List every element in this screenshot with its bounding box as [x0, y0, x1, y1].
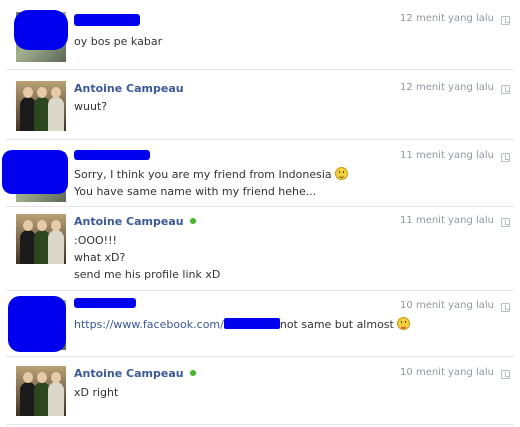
timestamp: 10 menit yang lalu [400, 300, 494, 311]
sender-avatar[interactable] [16, 366, 66, 416]
divider [6, 356, 514, 357]
sender-name[interactable]: Antoine Campeau [74, 367, 196, 380]
message-text: xD right [74, 386, 119, 399]
pin-icon[interactable] [501, 370, 510, 379]
message-line: not same but almost [279, 318, 394, 331]
divider [6, 206, 514, 207]
online-status-icon [189, 370, 196, 376]
timestamp: 12 menit yang lalu [400, 13, 494, 24]
divider [6, 290, 514, 291]
sender-avatar[interactable] [16, 81, 66, 131]
sender-name[interactable]: Antoine Campeau [74, 215, 196, 228]
message-text: :OOO!!! [74, 234, 117, 247]
message-text: what xD? [74, 251, 126, 264]
divider [6, 424, 514, 425]
redaction-mark [14, 10, 68, 50]
sender-name-text[interactable]: Antoine Campeau [74, 215, 184, 228]
divider [6, 139, 514, 140]
timestamp: 11 menit yang lalu [400, 150, 494, 161]
redaction-mark [223, 318, 280, 329]
message-text: You have same name with my friend hehe..… [74, 185, 317, 198]
redaction-mark [2, 150, 68, 194]
message-text: send me his profile link xD [74, 268, 221, 281]
pin-icon[interactable] [501, 16, 510, 25]
message-text: wuut? [74, 100, 108, 113]
sender-name-text[interactable]: Antoine Campeau [74, 367, 184, 380]
redaction-mark [8, 296, 66, 352]
message-text: oy bos pe kabar [74, 35, 163, 48]
pin-icon[interactable] [501, 85, 510, 94]
message-line: Sorry, I think you are my friend from In… [74, 168, 332, 181]
message-text: https://www.facebook.com/not same but al… [74, 316, 411, 333]
pin-icon[interactable] [501, 303, 510, 312]
timestamp: 12 menit yang lalu [400, 82, 494, 93]
timestamp: 10 menit yang lalu [400, 367, 494, 378]
smile-emoji-icon [335, 167, 349, 180]
tongue-emoji-icon [397, 317, 411, 330]
redaction-mark [74, 14, 140, 26]
message-text: Sorry, I think you are my friend from In… [74, 166, 349, 183]
sender-avatar[interactable] [16, 214, 66, 264]
timestamp: 11 menit yang lalu [400, 215, 494, 226]
redaction-mark [74, 150, 150, 160]
divider [6, 69, 514, 70]
profile-link[interactable]: https://www.facebook.com/ [74, 318, 224, 331]
pin-icon[interactable] [501, 218, 510, 227]
pin-icon[interactable] [501, 153, 510, 162]
online-status-icon [189, 218, 196, 224]
sender-name[interactable]: Antoine Campeau [74, 82, 184, 95]
redaction-mark [74, 298, 136, 308]
